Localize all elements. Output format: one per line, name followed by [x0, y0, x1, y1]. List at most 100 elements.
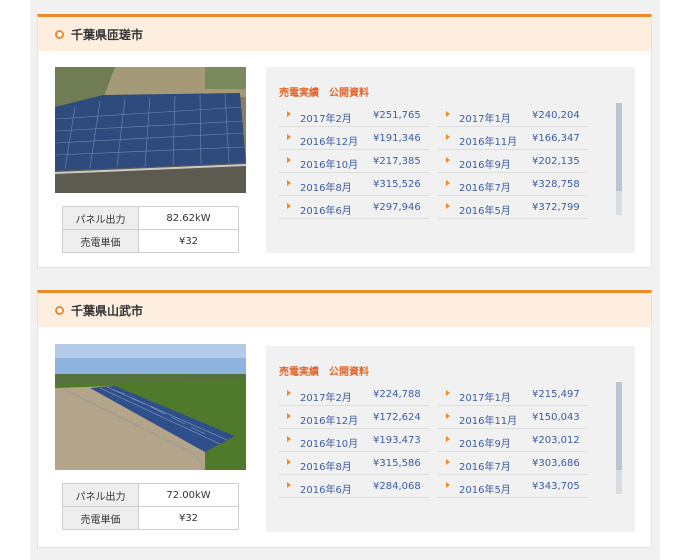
- results-scrollbar[interactable]: [616, 382, 622, 494]
- arrow-right-icon: [287, 180, 291, 186]
- result-item[interactable]: 2017年1月 ¥240,204: [438, 105, 588, 127]
- result-month: 2017年2月: [300, 114, 352, 125]
- result-item[interactable]: 2016年5月 ¥372,799: [438, 197, 588, 219]
- sell-price-label: 売電単価: [62, 229, 139, 253]
- panel-output-label: パネル出力: [62, 206, 139, 230]
- result-month: 2016年5月: [459, 206, 511, 217]
- result-amount: ¥150,043: [532, 412, 580, 423]
- arrow-right-icon: [446, 134, 450, 140]
- site-title: 千葉県山武市: [71, 303, 144, 318]
- result-month: 2016年7月: [459, 183, 511, 194]
- result-amount: ¥343,705: [532, 481, 580, 492]
- circle-bullet-icon: [55, 305, 64, 315]
- result-month: 2016年6月: [300, 485, 352, 496]
- result-month: 2016年5月: [459, 485, 511, 496]
- result-item[interactable]: 2016年9月 ¥203,012: [438, 430, 588, 452]
- result-month: 2016年10月: [300, 160, 359, 171]
- panel-output-value: 82.62kW: [138, 206, 239, 230]
- result-amount: ¥240,204: [532, 110, 580, 121]
- sales-results-panel: 売電実績 公開資料 2017年2月 ¥224,788 2017年1月 ¥215,…: [266, 346, 635, 532]
- result-month: 2017年1月: [459, 393, 511, 404]
- arrow-right-icon: [446, 180, 450, 186]
- result-item[interactable]: 2016年9月 ¥202,135: [438, 151, 588, 173]
- result-item[interactable]: 2016年11月 ¥166,347: [438, 128, 588, 150]
- arrow-right-icon: [287, 134, 291, 140]
- result-item[interactable]: 2016年7月 ¥303,686: [438, 453, 588, 475]
- arrow-right-icon: [446, 413, 450, 419]
- result-item[interactable]: 2017年1月 ¥215,497: [438, 384, 588, 406]
- results-scrollbar[interactable]: [616, 103, 622, 215]
- result-amount: ¥203,012: [532, 435, 580, 446]
- result-month: 2016年8月: [300, 183, 352, 194]
- result-item[interactable]: 2016年6月 ¥297,946: [279, 197, 429, 219]
- result-amount: ¥315,526: [373, 179, 421, 190]
- arrow-right-icon: [287, 413, 291, 419]
- arrow-right-icon: [446, 111, 450, 117]
- result-amount: ¥297,946: [373, 202, 421, 213]
- result-item[interactable]: 2016年10月 ¥217,385: [279, 151, 429, 173]
- result-amount: ¥224,788: [373, 389, 421, 400]
- result-amount: ¥172,624: [373, 412, 421, 423]
- panel-output-value: 72.00kW: [138, 483, 239, 507]
- arrow-right-icon: [287, 436, 291, 442]
- result-amount: ¥217,385: [373, 156, 421, 167]
- result-item[interactable]: 2016年5月 ¥343,705: [438, 476, 588, 498]
- arrow-right-icon: [446, 436, 450, 442]
- result-amount: ¥193,473: [373, 435, 421, 446]
- result-amount: ¥315,586: [373, 458, 421, 469]
- arrow-right-icon: [287, 203, 291, 209]
- arrow-right-icon: [287, 482, 291, 488]
- spec-table: パネル出力 72.00kW 売電単価 ¥32: [62, 483, 239, 530]
- result-item[interactable]: 2016年7月 ¥328,758: [438, 174, 588, 196]
- result-month: 2016年12月: [300, 137, 359, 148]
- sell-price-value: ¥32: [138, 229, 239, 253]
- result-amount: ¥166,347: [532, 133, 580, 144]
- result-month: 2016年6月: [300, 206, 352, 217]
- result-amount: ¥215,497: [532, 389, 580, 400]
- arrow-right-icon: [446, 390, 450, 396]
- spec-table: パネル出力 82.62kW 売電単価 ¥32: [62, 206, 239, 253]
- result-item[interactable]: 2016年10月 ¥193,473: [279, 430, 429, 452]
- arrow-right-icon: [446, 459, 450, 465]
- arrow-right-icon: [446, 482, 450, 488]
- panel-output-label: パネル出力: [62, 483, 139, 507]
- result-item[interactable]: 2016年12月 ¥172,624: [279, 407, 429, 429]
- result-month: 2016年10月: [300, 439, 359, 450]
- result-amount: ¥328,758: [532, 179, 580, 190]
- result-amount: ¥202,135: [532, 156, 580, 167]
- result-item[interactable]: 2016年12月 ¥191,346: [279, 128, 429, 150]
- result-item[interactable]: 2017年2月 ¥251,765: [279, 105, 429, 127]
- arrow-right-icon: [287, 390, 291, 396]
- result-item[interactable]: 2016年8月 ¥315,586: [279, 453, 429, 475]
- result-amount: ¥284,068: [373, 481, 421, 492]
- result-month: 2017年2月: [300, 393, 352, 404]
- sales-results-title: 売電実績 公開資料: [279, 88, 369, 99]
- result-month: 2016年8月: [300, 462, 352, 473]
- site-card-header: 千葉県匝瑳市: [38, 17, 651, 51]
- result-month: 2016年9月: [459, 439, 511, 450]
- arrow-right-icon: [287, 157, 291, 163]
- sales-results-title: 売電実績 公開資料: [279, 367, 369, 378]
- result-month: 2016年11月: [459, 137, 518, 148]
- solar-farm-photo: [55, 344, 246, 470]
- result-item[interactable]: 2017年2月 ¥224,788: [279, 384, 429, 406]
- arrow-right-icon: [446, 157, 450, 163]
- arrow-right-icon: [287, 459, 291, 465]
- result-month: 2016年12月: [300, 416, 359, 427]
- arrow-right-icon: [287, 111, 291, 117]
- result-amount: ¥372,799: [532, 202, 580, 213]
- result-item[interactable]: 2016年6月 ¥284,068: [279, 476, 429, 498]
- scrollbar-thumb[interactable]: [616, 382, 622, 470]
- arrow-right-icon: [446, 203, 450, 209]
- sales-results-panel: 売電実績 公開資料 2017年2月 ¥251,765 2017年1月 ¥240,…: [266, 67, 635, 253]
- result-amount: ¥191,346: [373, 133, 421, 144]
- result-amount: ¥251,765: [373, 110, 421, 121]
- result-month: 2017年1月: [459, 114, 511, 125]
- result-item[interactable]: 2016年11月 ¥150,043: [438, 407, 588, 429]
- scrollbar-thumb[interactable]: [616, 103, 622, 191]
- site-card: 千葉県山武市 パネル出力 72.00kW 売電単価 ¥32 売電実績 公開資料 …: [37, 290, 652, 548]
- sell-price-value: ¥32: [138, 506, 239, 530]
- site-card: 千葉県匝瑳市 パネル出力 82.62kW 売電単価 ¥32 売電実績 公開資料 …: [37, 14, 652, 268]
- result-amount: ¥303,686: [532, 458, 580, 469]
- result-item[interactable]: 2016年8月 ¥315,526: [279, 174, 429, 196]
